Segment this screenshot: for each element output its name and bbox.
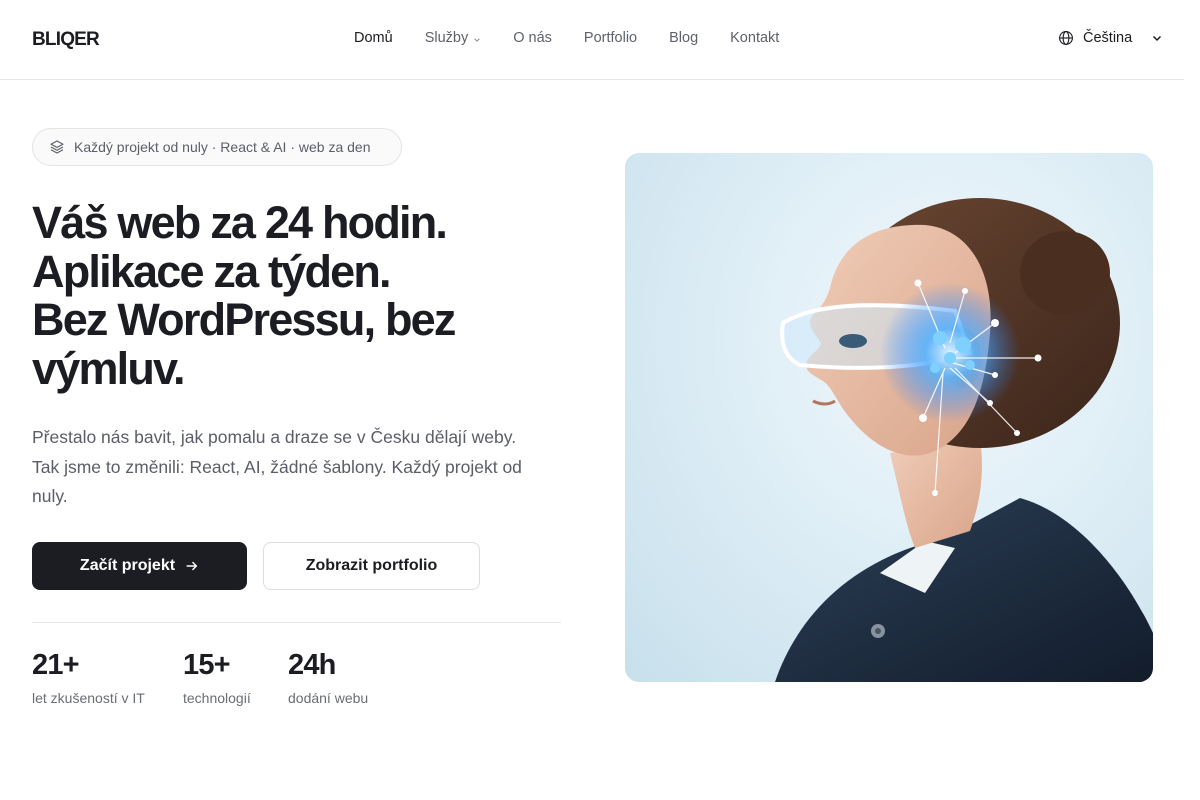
main-nav: Domů Služby O nás Portfolio Blog Kontakt [354, 30, 811, 46]
hero-image [625, 153, 1153, 682]
stat-value: 24h [288, 649, 336, 681]
nav-item-home[interactable]: Domů [354, 30, 393, 46]
site-header: BLIQER Domů Služby O nás Portfolio Blog [0, 0, 1184, 80]
headline-line: výmluv. [32, 342, 185, 394]
stat-value: 15+ [183, 649, 231, 681]
button-label: Zobrazit portfolio [305, 557, 438, 574]
hero-badge: Každý projekt od nuly · React & AI · web… [32, 128, 402, 166]
nav-item-blog[interactable]: Blog [669, 30, 698, 46]
button-label: Začít projekt [79, 557, 176, 574]
ai-woman-illustration [775, 198, 1153, 682]
nav-item-label: Služby [424, 30, 469, 46]
page: BLIQER Domů Služby O nás Portfolio Blog [0, 0, 1200, 800]
brand-logo[interactable]: BLIQER [32, 29, 100, 51]
stat-delivery: 24h dodání webu [288, 648, 368, 706]
language-label: Čeština [1083, 30, 1133, 46]
hero-headline: Váš web za 24 hodin. Aplikace za týden. … [32, 197, 592, 394]
start-project-button[interactable]: Začít projekt [32, 542, 247, 590]
nav-item-label: Portfolio [583, 30, 638, 46]
nav-item-portfolio[interactable]: Portfolio [584, 30, 637, 46]
chevron-down-icon [1153, 35, 1162, 42]
stat-label: dodání webu [288, 690, 369, 706]
stat-value: 21+ [32, 649, 80, 681]
stat-label: let zkušeností v IT [32, 690, 145, 706]
globe-icon [1059, 31, 1073, 45]
stat-experience: 21+ let zkušeností v IT [32, 648, 145, 706]
arrow-right-icon [186, 561, 198, 571]
nav-item-contact[interactable]: Kontakt [730, 30, 779, 46]
chevron-down-icon [474, 37, 480, 42]
headline-line: Aplikace za týden. [32, 245, 392, 297]
stat-label: technologií [183, 690, 251, 706]
badge-text: Každý projekt od nuly · React & AI · web… [74, 139, 371, 155]
headline-line: Bez WordPressu, bez [32, 294, 456, 345]
layers-icon [50, 140, 64, 154]
nav-item-services[interactable]: Služby [425, 30, 482, 46]
nav-item-label: Domů [354, 30, 393, 46]
divider [32, 622, 561, 623]
nav-item-label: O nás [513, 30, 552, 46]
hero-lead: Přestalo nás bavit, jak pomalu a draze s… [32, 427, 522, 506]
nav-item-label: Kontakt [730, 30, 780, 46]
headline-line: Váš web za 24 hodin. [32, 197, 448, 248]
view-portfolio-button[interactable]: Zobrazit portfolio [263, 542, 480, 590]
nav-item-about[interactable]: O nás [513, 30, 552, 46]
nav-item-label: Blog [669, 30, 699, 46]
stat-technologies: 15+ technologií [183, 648, 251, 706]
language-selector[interactable]: Čeština [1058, 30, 1163, 46]
